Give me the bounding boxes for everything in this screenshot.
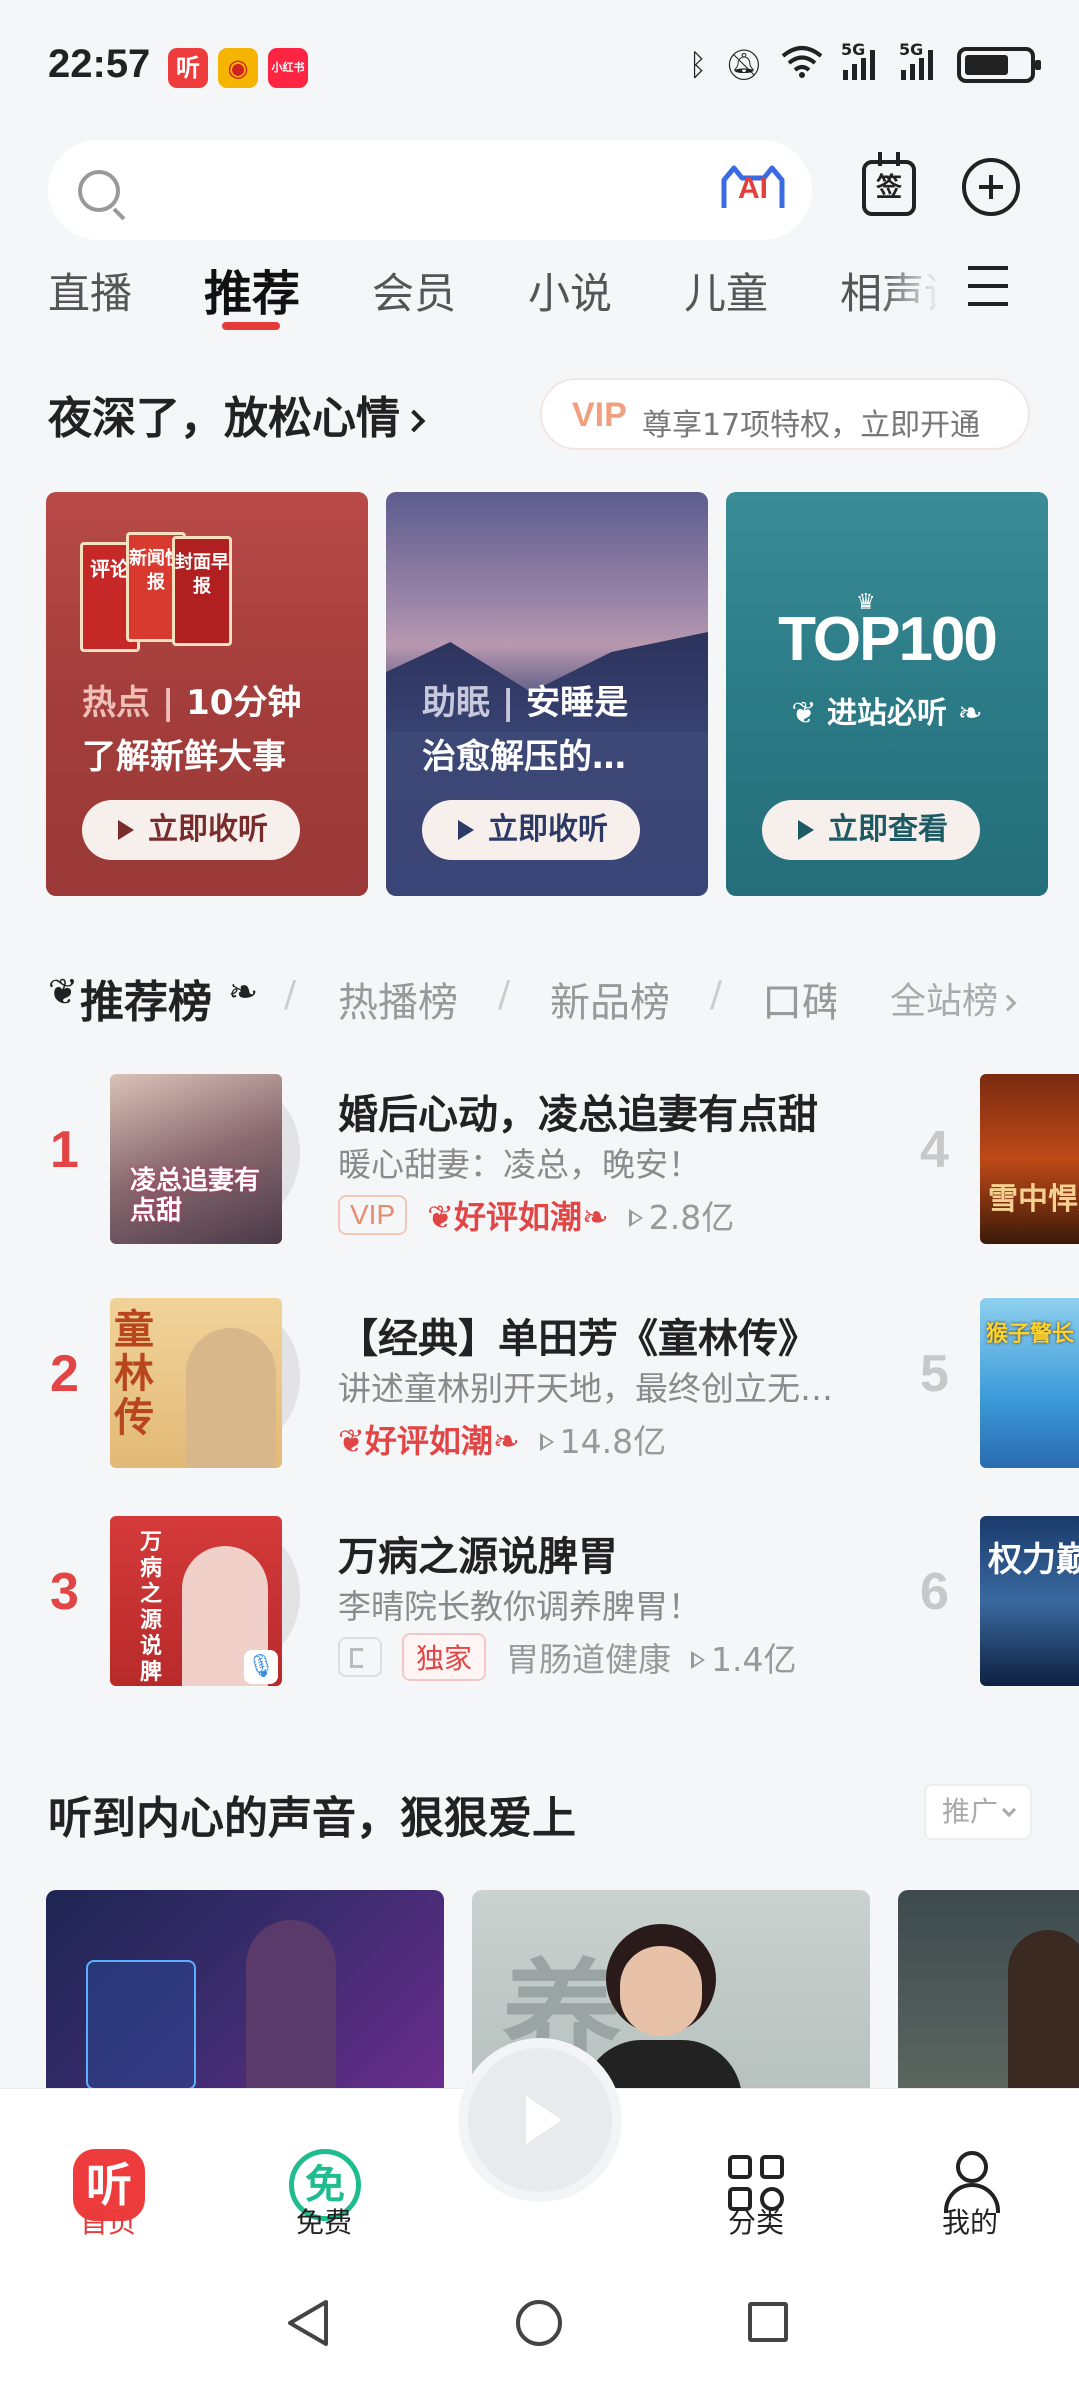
section-headline[interactable]: 夜深了，放松心情	[48, 382, 426, 446]
play-count: 1.4亿	[691, 1633, 797, 1681]
home-button-icon[interactable]	[516, 2300, 562, 2346]
laurel-right-icon: ❧	[228, 972, 259, 1013]
rank-number: 3	[50, 1563, 79, 1621]
rank-number: 6	[920, 1563, 949, 1621]
listen-now-button[interactable]: 立即收听	[422, 800, 640, 860]
sign-in-calendar-icon[interactable]: 签	[862, 152, 916, 216]
weibo-app-icon: ◉	[218, 48, 258, 88]
all-site-rank-link[interactable]: 全站榜	[890, 972, 1017, 1024]
category-label: 胃肠道健康	[506, 1640, 672, 1679]
hot-review-badge: ❦好评如潮❧	[427, 1198, 609, 1236]
book-cover: 凌总追妻有点甜	[110, 1074, 282, 1244]
search-input[interactable]	[140, 160, 620, 220]
play-count-icon	[539, 1432, 554, 1451]
book-cover[interactable]: 权力巅	[980, 1516, 1079, 1686]
rank-number: 2	[50, 1345, 79, 1403]
rank-title: 【经典】单田芳《童林传》	[338, 1316, 818, 1362]
rank-title: 婚后心动，凌总追妻有点甜	[338, 1092, 818, 1138]
recent-apps-icon[interactable]	[748, 2302, 788, 2342]
speaker-icon	[338, 1637, 382, 1677]
battery-icon	[957, 47, 1041, 83]
back-icon[interactable]	[286, 2298, 330, 2348]
status-time: 22:57	[48, 42, 151, 86]
listen-now-button[interactable]: 立即收听	[82, 800, 300, 860]
section-title: 听到内心的声音，狠狠爱上	[48, 1793, 576, 1844]
rank-subtitle: 讲述童林别开天地，最终创立无极门的故事	[338, 1369, 858, 1408]
tab-kids[interactable]: 儿童	[684, 260, 768, 321]
vip-promo-text: 尊享17项特权，立即开通	[642, 408, 981, 443]
wifi-icon	[781, 44, 823, 86]
rank-number: 1	[50, 1121, 79, 1179]
rank-item[interactable]: 3 万病之源说脾胃 🎙︎ 万病之源说脾胃 李晴院长教你调养脾胃！ 独家 胃肠道健…	[0, 1508, 1079, 1686]
system-nav-bar	[0, 2258, 1079, 2385]
play-button[interactable]	[468, 2048, 612, 2192]
book-cover: 童林传	[110, 1298, 282, 1468]
xiaohongshu-app-icon: 小红书	[268, 48, 308, 88]
menu-icon[interactable]	[968, 266, 1014, 306]
tab-member[interactable]: 会员	[372, 260, 456, 321]
rank-tab-new[interactable]: 新品榜	[550, 970, 670, 1028]
active-tab-indicator	[222, 322, 280, 330]
chevron-down-icon	[1001, 1802, 1017, 1818]
sleep-card[interactable]: 助眠 | 安睡是 治愈解压的… 立即收听	[386, 492, 708, 896]
rank-tab-hot[interactable]: 热播榜	[338, 970, 458, 1028]
search-bar[interactable]: AI	[48, 140, 812, 240]
ai-assistant-icon[interactable]: AI	[720, 164, 786, 214]
play-count: 2.8亿	[628, 1191, 734, 1239]
rank-title: 万病之源说脾胃	[338, 1534, 618, 1580]
status-icons: ᛒ 🔕︎ 5G 5G	[688, 40, 1041, 86]
rank-item[interactable]: 2 童林传 【经典】单田芳《童林传》 讲述童林别开天地，最终创立无极门的故事 ❦…	[0, 1290, 1079, 1468]
rank-number: 5	[920, 1345, 949, 1403]
tab-recommend[interactable]: 推荐	[204, 254, 300, 324]
rank-subtitle: 李晴院长教你调养脾胃！	[338, 1587, 701, 1626]
book-cover[interactable]: 雪中悍刀	[980, 1074, 1079, 1244]
vip-tag: VIP	[572, 396, 627, 434]
status-bar: 22:57 听 ◉ 小红书 ᛒ 🔕︎ 5G 5G	[0, 0, 1079, 130]
rank-item[interactable]: 1 凌总追妻有点甜 婚后心动，凌总追妻有点甜 暖心甜妻：凌总，晚安！ VIP ❦…	[0, 1066, 1079, 1244]
vip-badge: VIP	[338, 1195, 408, 1235]
newspaper-books-image: 评论 新闻快报 封面早报	[80, 532, 232, 652]
play-count: 14.8亿	[539, 1415, 666, 1463]
top100-card[interactable]: ♛ TOP100 ❦ 进站必听 ❧ 立即查看	[726, 492, 1048, 896]
mute-bell-icon: 🔕︎	[724, 47, 763, 83]
signal-5g-icon: 5G	[841, 40, 881, 84]
headline-text: 夜深了，放松心情	[48, 393, 400, 444]
promo-card[interactable]	[46, 1890, 444, 2090]
bluetooth-icon: ᛒ	[688, 47, 707, 83]
rank-subtitle: 暖心甜妻：凌总，晚安！	[338, 1145, 701, 1184]
tab-novel[interactable]: 小说	[528, 260, 612, 321]
card-text: 助眠 | 安睡是 治愈解压的…	[422, 683, 629, 777]
hot-review-badge: ❦好评如潮❧	[338, 1422, 520, 1460]
category-tabs: 直播 推荐 会员 小说 儿童 相声评	[0, 250, 940, 340]
chevron-right-icon	[402, 409, 426, 433]
add-icon[interactable]	[962, 158, 1020, 216]
news-card[interactable]: 评论 新闻快报 封面早报 热点 | 10分钟 了解新鲜大事 立即收听	[46, 492, 368, 896]
top100-subtitle: ❦ 进站必听 ❧	[791, 696, 983, 731]
top100-title: TOP100	[778, 605, 998, 674]
chevron-right-icon	[999, 994, 1017, 1012]
signal-5g-icon-2: 5G	[899, 40, 939, 84]
ranking-tabs: ❦ 推荐榜 ❧ / 热播榜 / 新品榜 / 口碑 全站榜	[48, 964, 1048, 1028]
vip-promo-button[interactable]: VIP 尊享17项特权，立即开通	[540, 378, 1030, 450]
ximalaya-app-icon: 听	[168, 48, 208, 88]
exclusive-badge: 独家	[402, 1633, 487, 1681]
book-cover[interactable]: 猴子警长	[980, 1298, 1079, 1468]
rank-tab-reputation[interactable]: 口碑	[762, 970, 836, 1028]
laurel-left-icon: ❦	[48, 972, 79, 1013]
rank-tab-recommend[interactable]: 推荐榜	[80, 966, 212, 1030]
play-count-icon	[628, 1208, 643, 1227]
tab-live[interactable]: 直播	[48, 260, 132, 321]
search-icon	[78, 170, 120, 212]
book-cover: 万病之源说脾胃 🎙︎	[110, 1516, 282, 1686]
view-now-button[interactable]: 立即查看	[762, 800, 980, 860]
card-text: 热点 | 10分钟 了解新鲜大事	[82, 683, 302, 777]
play-count-icon	[691, 1650, 706, 1669]
ad-label[interactable]: 推广	[924, 1784, 1032, 1840]
promo-card[interactable]	[898, 1890, 1079, 2090]
microphone-icon: 🎙︎	[244, 1650, 278, 1684]
rank-number: 4	[920, 1121, 949, 1179]
